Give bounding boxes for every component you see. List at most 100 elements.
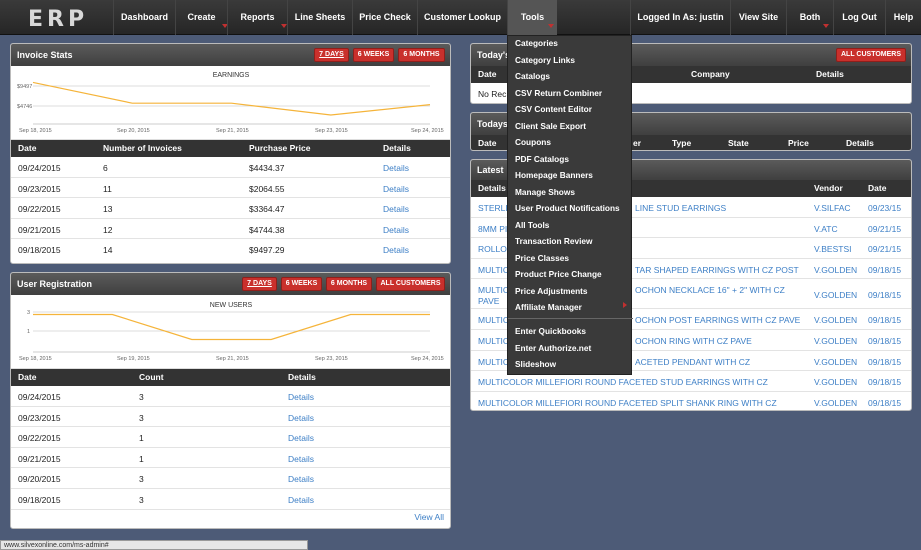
invoice-table-header: Date Number of Invoices Purchase Price D…	[11, 140, 450, 157]
details-link[interactable]: Details	[383, 245, 409, 255]
vendor[interactable]: V.ATC	[814, 224, 838, 234]
menu-product-price-change[interactable]: Product Price Change	[515, 269, 602, 279]
user-registration-title: User Registration	[17, 279, 93, 289]
product-name[interactable]: MULTICOLOR MILLEFIORI ROUND FACETED SPLI…	[478, 398, 777, 408]
col-details: Details	[383, 143, 411, 153]
product-name[interactable]: MULTIC	[478, 315, 509, 325]
row-date: 09/22/2015	[18, 433, 61, 444]
details-link[interactable]: Details	[288, 413, 314, 423]
todays-all-customers-button[interactable]: ALL CUSTOMERS	[836, 48, 906, 62]
details-link[interactable]: Details	[288, 454, 314, 464]
menu-slideshow[interactable]: Slideshow	[515, 359, 556, 369]
nav-log-out[interactable]: Log Out	[833, 0, 885, 35]
details-link[interactable]: Details	[383, 163, 409, 173]
users-7days-button[interactable]: 7 DAYS	[242, 277, 277, 291]
nav-price-check[interactable]: Price Check	[352, 0, 417, 35]
menu-csv-content-editor[interactable]: CSV Content Editor	[515, 104, 592, 114]
date: 09/18/15	[868, 290, 902, 301]
product-name[interactable]: 8MM PI	[478, 224, 507, 234]
product-name[interactable]: MULTIC	[478, 357, 509, 367]
menu-all-tools[interactable]: All Tools	[515, 220, 549, 230]
menu-user-product-notifications[interactable]: User Product Notifications	[515, 203, 620, 213]
product-name[interactable]: MULTIC	[478, 285, 509, 295]
product-name-wrap[interactable]: PAVE	[478, 296, 499, 306]
product-name[interactable]: ROLLO	[478, 244, 507, 254]
product-name[interactable]: STERLI	[478, 203, 508, 213]
table-row[interactable]: MULTICOLOR MILLEFIORI ROUND FACETED SPLI…	[471, 392, 911, 410]
menu-homepage-banners[interactable]: Homepage Banners	[515, 170, 593, 180]
vendor[interactable]: V.GOLDEN	[814, 377, 857, 387]
users-6weeks-button[interactable]: 6 WEEKS	[281, 277, 322, 291]
view-all-link[interactable]: View All	[414, 512, 444, 522]
details-link[interactable]: Details	[288, 495, 314, 505]
nav-both[interactable]: Both	[786, 0, 833, 35]
invoice-6months-button[interactable]: 6 MONTHS	[398, 48, 445, 62]
menu-pdf-catalogs[interactable]: PDF Catalogs	[515, 154, 569, 164]
invoice-7days-button[interactable]: 7 DAYS	[314, 48, 349, 62]
vendor[interactable]: V.GOLDEN	[814, 357, 857, 367]
user-registration-panel: User Registration 7 DAYS 6 WEEKS 6 MONTH…	[10, 272, 451, 529]
vendor[interactable]: V.GOLDEN	[814, 336, 857, 346]
users-all-customers-button[interactable]: ALL CUSTOMERS	[376, 277, 445, 291]
menu-affiliate-manager[interactable]: Affiliate Manager	[515, 302, 582, 312]
col-price: Price	[788, 138, 809, 148]
x-tick-label: Sep 18, 2015	[19, 128, 52, 134]
col-date: Date	[478, 138, 497, 148]
menu-enter-quickbooks[interactable]: Enter Quickbooks	[515, 326, 586, 336]
menu-client-sale-export[interactable]: Client Sale Export	[515, 121, 586, 131]
menu-category-links[interactable]: Category Links	[515, 55, 575, 65]
invoice-6weeks-button[interactable]: 6 WEEKS	[353, 48, 394, 62]
vendor[interactable]: V.GOLDEN	[814, 265, 857, 275]
menu-coupons[interactable]: Coupons	[515, 137, 551, 147]
product-name-cont[interactable]: OCHON POST EARRINGS WITH CZ PAVE	[635, 315, 800, 325]
user-registration-header: User Registration 7 DAYS 6 WEEKS 6 MONTH…	[11, 273, 450, 295]
vendor[interactable]: V.SILFAC	[814, 203, 851, 213]
product-name[interactable]: MULTICOLOR MILLEFIORI ROUND FACETED STUD…	[478, 377, 768, 387]
nav-reports[interactable]: Reports	[227, 0, 287, 35]
nav-line-sheets[interactable]: Line Sheets	[287, 0, 352, 35]
product-name-cont[interactable]: TAR SHAPED EARRINGS WITH CZ POST	[635, 265, 799, 275]
vendor[interactable]: V.GOLDEN	[814, 290, 857, 300]
details-link[interactable]: Details	[383, 204, 409, 214]
menu-categories[interactable]: Categories	[515, 38, 558, 48]
menu-price-adjustments[interactable]: Price Adjustments	[515, 286, 588, 296]
product-name-cont[interactable]: ACETED PENDANT WITH CZ	[635, 357, 750, 367]
invoice-stats-title: Invoice Stats	[17, 50, 73, 60]
nav-dashboard[interactable]: Dashboard	[113, 0, 175, 35]
date: 09/18/15	[868, 356, 902, 367]
earnings-series-line	[32, 81, 431, 116]
details-link[interactable]: Details	[383, 184, 409, 194]
product-name-cont[interactable]: OCHON RING WITH CZ PAVE	[635, 336, 752, 346]
table-row: 09/20/2015 3 Details	[11, 468, 450, 489]
users-6months-button[interactable]: 6 MONTHS	[326, 277, 372, 291]
earnings-chart-svg: EARNINGS $9497 $4746 Sep 18, 2015 Sep 20…	[17, 72, 444, 134]
nav-customer-lookup[interactable]: Customer Lookup	[417, 0, 507, 35]
menu-price-classes[interactable]: Price Classes	[515, 253, 569, 263]
menu-transaction-review[interactable]: Transaction Review	[515, 236, 592, 246]
details-link[interactable]: Details	[288, 474, 314, 484]
row-count: 14	[103, 245, 113, 256]
nav-tools[interactable]: Tools	[507, 0, 557, 35]
row-count: 3	[139, 412, 144, 423]
menu-csv-return-combiner[interactable]: CSV Return Combiner	[515, 88, 602, 98]
product-name[interactable]: MULTIC	[478, 265, 509, 275]
nav-view-site[interactable]: View Site	[730, 0, 786, 35]
details-link[interactable]: Details	[383, 225, 409, 235]
col-company: Company	[691, 69, 730, 79]
details-link[interactable]: Details	[288, 433, 314, 443]
product-name-cont[interactable]: LINE STUD EARRINGS	[635, 203, 726, 213]
table-row: 09/22/2015 13 $3364.47 Details	[11, 198, 450, 219]
product-name[interactable]: MULTIC	[478, 336, 509, 346]
nav-create[interactable]: Create	[175, 0, 228, 35]
product-name-cont[interactable]: OCHON NECKLACE 16" + 2" WITH CZ	[635, 285, 785, 295]
row-date: 09/24/2015	[18, 392, 61, 402]
menu-enter-authorize-net[interactable]: Enter Authorize.net	[515, 343, 591, 353]
vendor[interactable]: V.GOLDEN	[814, 398, 857, 408]
logo[interactable]: ERP	[28, 7, 88, 32]
vendor[interactable]: V.BESTSI	[814, 244, 851, 254]
nav-help[interactable]: Help	[885, 0, 921, 35]
details-link[interactable]: Details	[288, 392, 314, 402]
menu-catalogs[interactable]: Catalogs	[515, 71, 550, 81]
menu-manage-shows[interactable]: Manage Shows	[515, 187, 575, 197]
vendor[interactable]: V.GOLDEN	[814, 315, 857, 325]
